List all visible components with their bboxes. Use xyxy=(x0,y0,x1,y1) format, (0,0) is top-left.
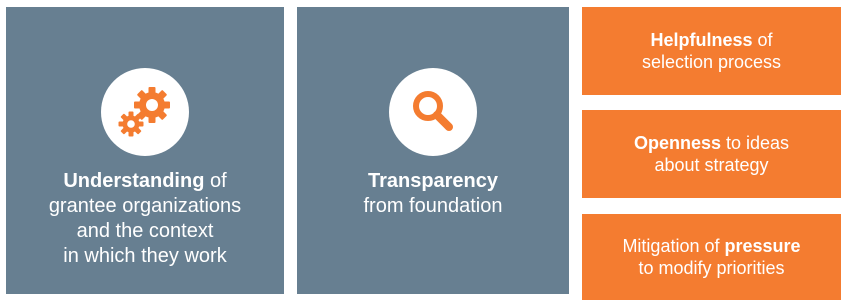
panel-understanding: Understanding of grantee organizations a… xyxy=(6,7,284,294)
box-mitigation: Mitigation of pressure to modify priorit… xyxy=(582,214,841,300)
diagram: Understanding of grantee organizations a… xyxy=(0,0,842,301)
panel-transparency: Transparency from foundation xyxy=(297,7,569,294)
helpfulness-bold: Helpfulness xyxy=(650,30,753,50)
mitigation-bold: pressure xyxy=(724,236,801,256)
transparency-line2: from foundation xyxy=(363,195,503,217)
understanding-line1-rest: of xyxy=(204,170,227,192)
helpfulness-line2: selection process xyxy=(641,52,782,72)
understanding-text: Understanding of grantee organizations a… xyxy=(6,169,284,269)
understanding-bold: Understanding xyxy=(63,170,205,192)
helpfulness-rest: of xyxy=(752,30,773,50)
box-openness: Openness to ideas about strategy xyxy=(582,110,841,198)
understanding-line4: in which they work xyxy=(63,245,227,267)
openness-bold: Openness xyxy=(633,133,721,153)
mitigation-line2: to modify priorities xyxy=(638,258,785,278)
openness-rest: to ideas xyxy=(720,133,790,153)
icon-circle-transparency xyxy=(389,68,477,156)
gears-icon xyxy=(118,87,170,137)
openness-line2: about strategy xyxy=(654,155,769,175)
understanding-line3: and the context xyxy=(76,220,214,242)
transparency-bold: Transparency xyxy=(367,170,499,192)
transparency-text: Transparency from foundation xyxy=(297,169,569,219)
mitigation-pre: Mitigation of xyxy=(622,236,725,256)
magnifier-icon xyxy=(413,91,453,131)
icon-circle-understanding xyxy=(101,68,189,156)
box-helpfulness: Helpfulness of selection process xyxy=(582,7,841,95)
understanding-line2: grantee organizations xyxy=(48,195,242,217)
